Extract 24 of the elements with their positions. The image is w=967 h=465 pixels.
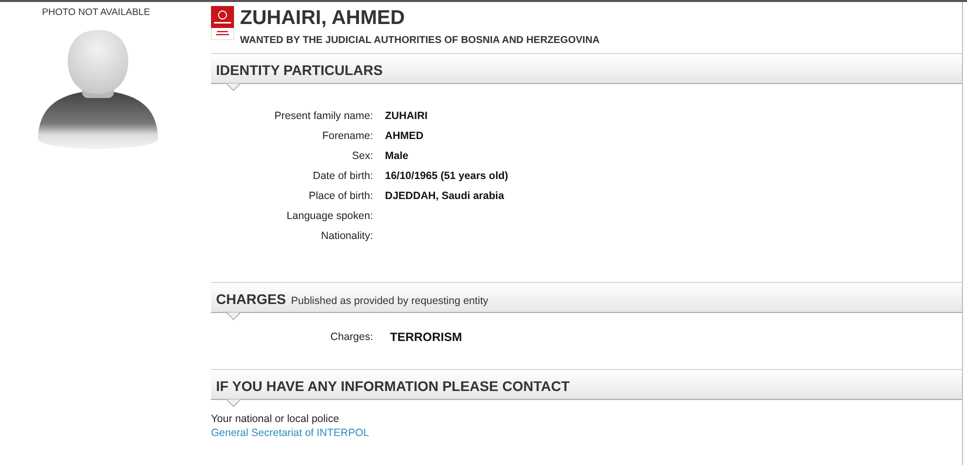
person-name: ZUHAIRI, AHMED: [240, 6, 406, 30]
field-label: Language spoken:: [286, 209, 373, 224]
field-value: DJEDDAH, Saudi arabia: [385, 189, 506, 204]
section-header: IDENTITY PARTICULARS: [211, 53, 962, 84]
field-label: Nationality:: [320, 229, 373, 244]
section-note: Published as provided by requesting entity: [291, 295, 488, 307]
field-value: AHMED: [385, 129, 424, 144]
field-label: Charges:: [329, 331, 373, 343]
field-label: Date of birth:: [312, 169, 373, 184]
charge-value: TERRORISM: [390, 330, 462, 344]
field-label: Sex:: [350, 149, 373, 164]
field-label: Forename:: [321, 129, 373, 144]
wanted-by-text: WANTED BY THE JUDICIAL AUTHORITIES OF BOSNIA AND HERZEGOVINA: [240, 35, 600, 46]
field-value: ZUHAIRI: [385, 109, 429, 124]
field-value: Male: [385, 149, 410, 164]
field-value: 16/10/1965 (51 years old): [385, 169, 510, 184]
section-title: CHARGES: [216, 291, 286, 307]
contact-text: Your national or local police: [211, 412, 340, 426]
notice-badge-icon: [211, 6, 234, 40]
section-header: IF YOU HAVE ANY INFORMATION PLEASE CONTACT: [211, 369, 962, 400]
photo-caption: PHOTO NOT AVAILABLE: [42, 7, 150, 18]
field-label: Place of birth:: [308, 189, 373, 204]
field-label: Present family name:: [273, 109, 373, 124]
contact-link[interactable]: General Secretariat of INTERPOL: [211, 426, 370, 440]
